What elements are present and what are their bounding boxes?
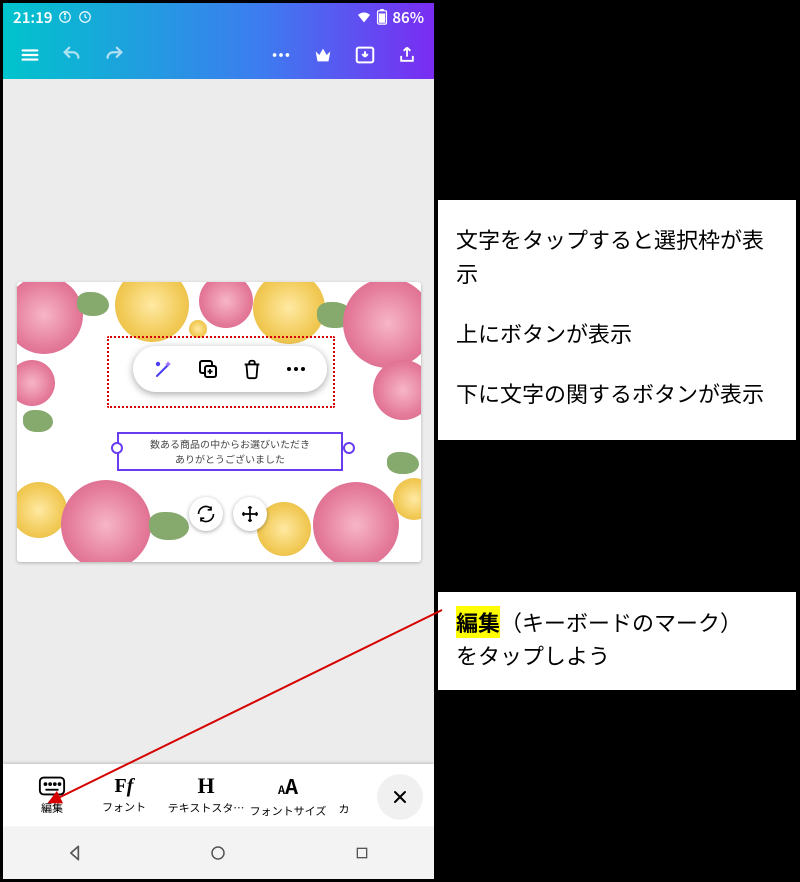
tool-extra-label: カ xyxy=(339,801,350,817)
instruction-line4b: をタップしよう xyxy=(456,639,610,671)
instruction-line3: 下に文字の関するボタンが表示 xyxy=(456,376,778,410)
context-popup xyxy=(133,346,327,392)
design-card[interactable]: 数ある商品の中からお選びいただき ありがとうございました xyxy=(17,282,421,562)
battery-icon xyxy=(376,9,388,25)
instruction-panel-2: 編集（キーボードのマーク） をタップしよう xyxy=(438,592,796,690)
instruction-line4a: （キーボードのマーク） xyxy=(500,606,742,638)
rotate-handle[interactable] xyxy=(189,497,223,531)
android-nav-bar xyxy=(3,827,434,879)
tool-font-label: フォント xyxy=(102,799,146,815)
nav-recent[interactable] xyxy=(327,838,397,868)
clock-icon xyxy=(78,10,92,24)
menu-button[interactable] xyxy=(9,31,51,79)
nav-back[interactable] xyxy=(40,838,110,868)
tool-edit[interactable]: 編集 xyxy=(21,775,83,816)
tool-text-style[interactable]: H テキストスタ… xyxy=(165,775,247,816)
overflow-button[interactable] xyxy=(260,31,302,79)
more-icon[interactable] xyxy=(283,356,309,382)
tool-font[interactable]: Ff フォント xyxy=(83,776,165,815)
info-icon xyxy=(58,10,72,24)
duplicate-icon[interactable] xyxy=(195,356,221,382)
textbox-line1: 数ある商品の中からお選びいただき xyxy=(125,437,335,452)
phone-frame: 21:19 86% xyxy=(2,2,435,880)
premium-button[interactable] xyxy=(302,31,344,79)
text-toolbar: 編集 Ff フォント H テキストスタ… AA フォントサイズ カ xyxy=(3,764,434,826)
instruction-panel: 文字をタップすると選択枠が表示 上にボタンが表示 下に文字の関するボタンが表示 xyxy=(438,200,796,440)
tool-extra[interactable]: カ xyxy=(329,773,359,817)
wand-icon[interactable] xyxy=(151,356,177,382)
tool-style-label: テキストスタ… xyxy=(168,800,245,816)
status-battery-pct: 86% xyxy=(392,7,424,28)
tool-edit-label: 編集 xyxy=(41,800,63,816)
textbox-line2: ありがとうございました xyxy=(125,452,335,467)
wifi-icon xyxy=(356,10,372,24)
nav-home[interactable] xyxy=(183,838,253,868)
move-handle[interactable] xyxy=(233,497,267,531)
undo-button[interactable] xyxy=(51,31,93,79)
tool-size-label: フォントサイズ xyxy=(250,803,327,819)
redo-button[interactable] xyxy=(93,31,135,79)
selected-textbox[interactable]: 数ある商品の中からお選びいただき ありがとうございました xyxy=(117,432,343,471)
download-button[interactable] xyxy=(344,31,386,79)
resize-handle-left[interactable] xyxy=(111,442,123,454)
close-toolbar-button[interactable] xyxy=(378,775,422,819)
app-bar xyxy=(3,31,434,79)
instruction-line2: 上にボタンが表示 xyxy=(456,316,778,350)
resize-handle-right[interactable] xyxy=(343,442,355,454)
tool-font-size[interactable]: AA フォントサイズ xyxy=(247,771,329,819)
status-time: 21:19 xyxy=(13,7,52,28)
canvas-area[interactable]: 数ある商品の中からお選びいただき ありがとうございました xyxy=(3,79,434,774)
status-bar: 21:19 86% xyxy=(3,3,434,31)
trash-icon[interactable] xyxy=(239,356,265,382)
share-button[interactable] xyxy=(386,31,428,79)
instruction-line1: 文字をタップすると選択枠が表示 xyxy=(456,222,778,290)
instruction-highlight: 編集 xyxy=(456,606,500,638)
